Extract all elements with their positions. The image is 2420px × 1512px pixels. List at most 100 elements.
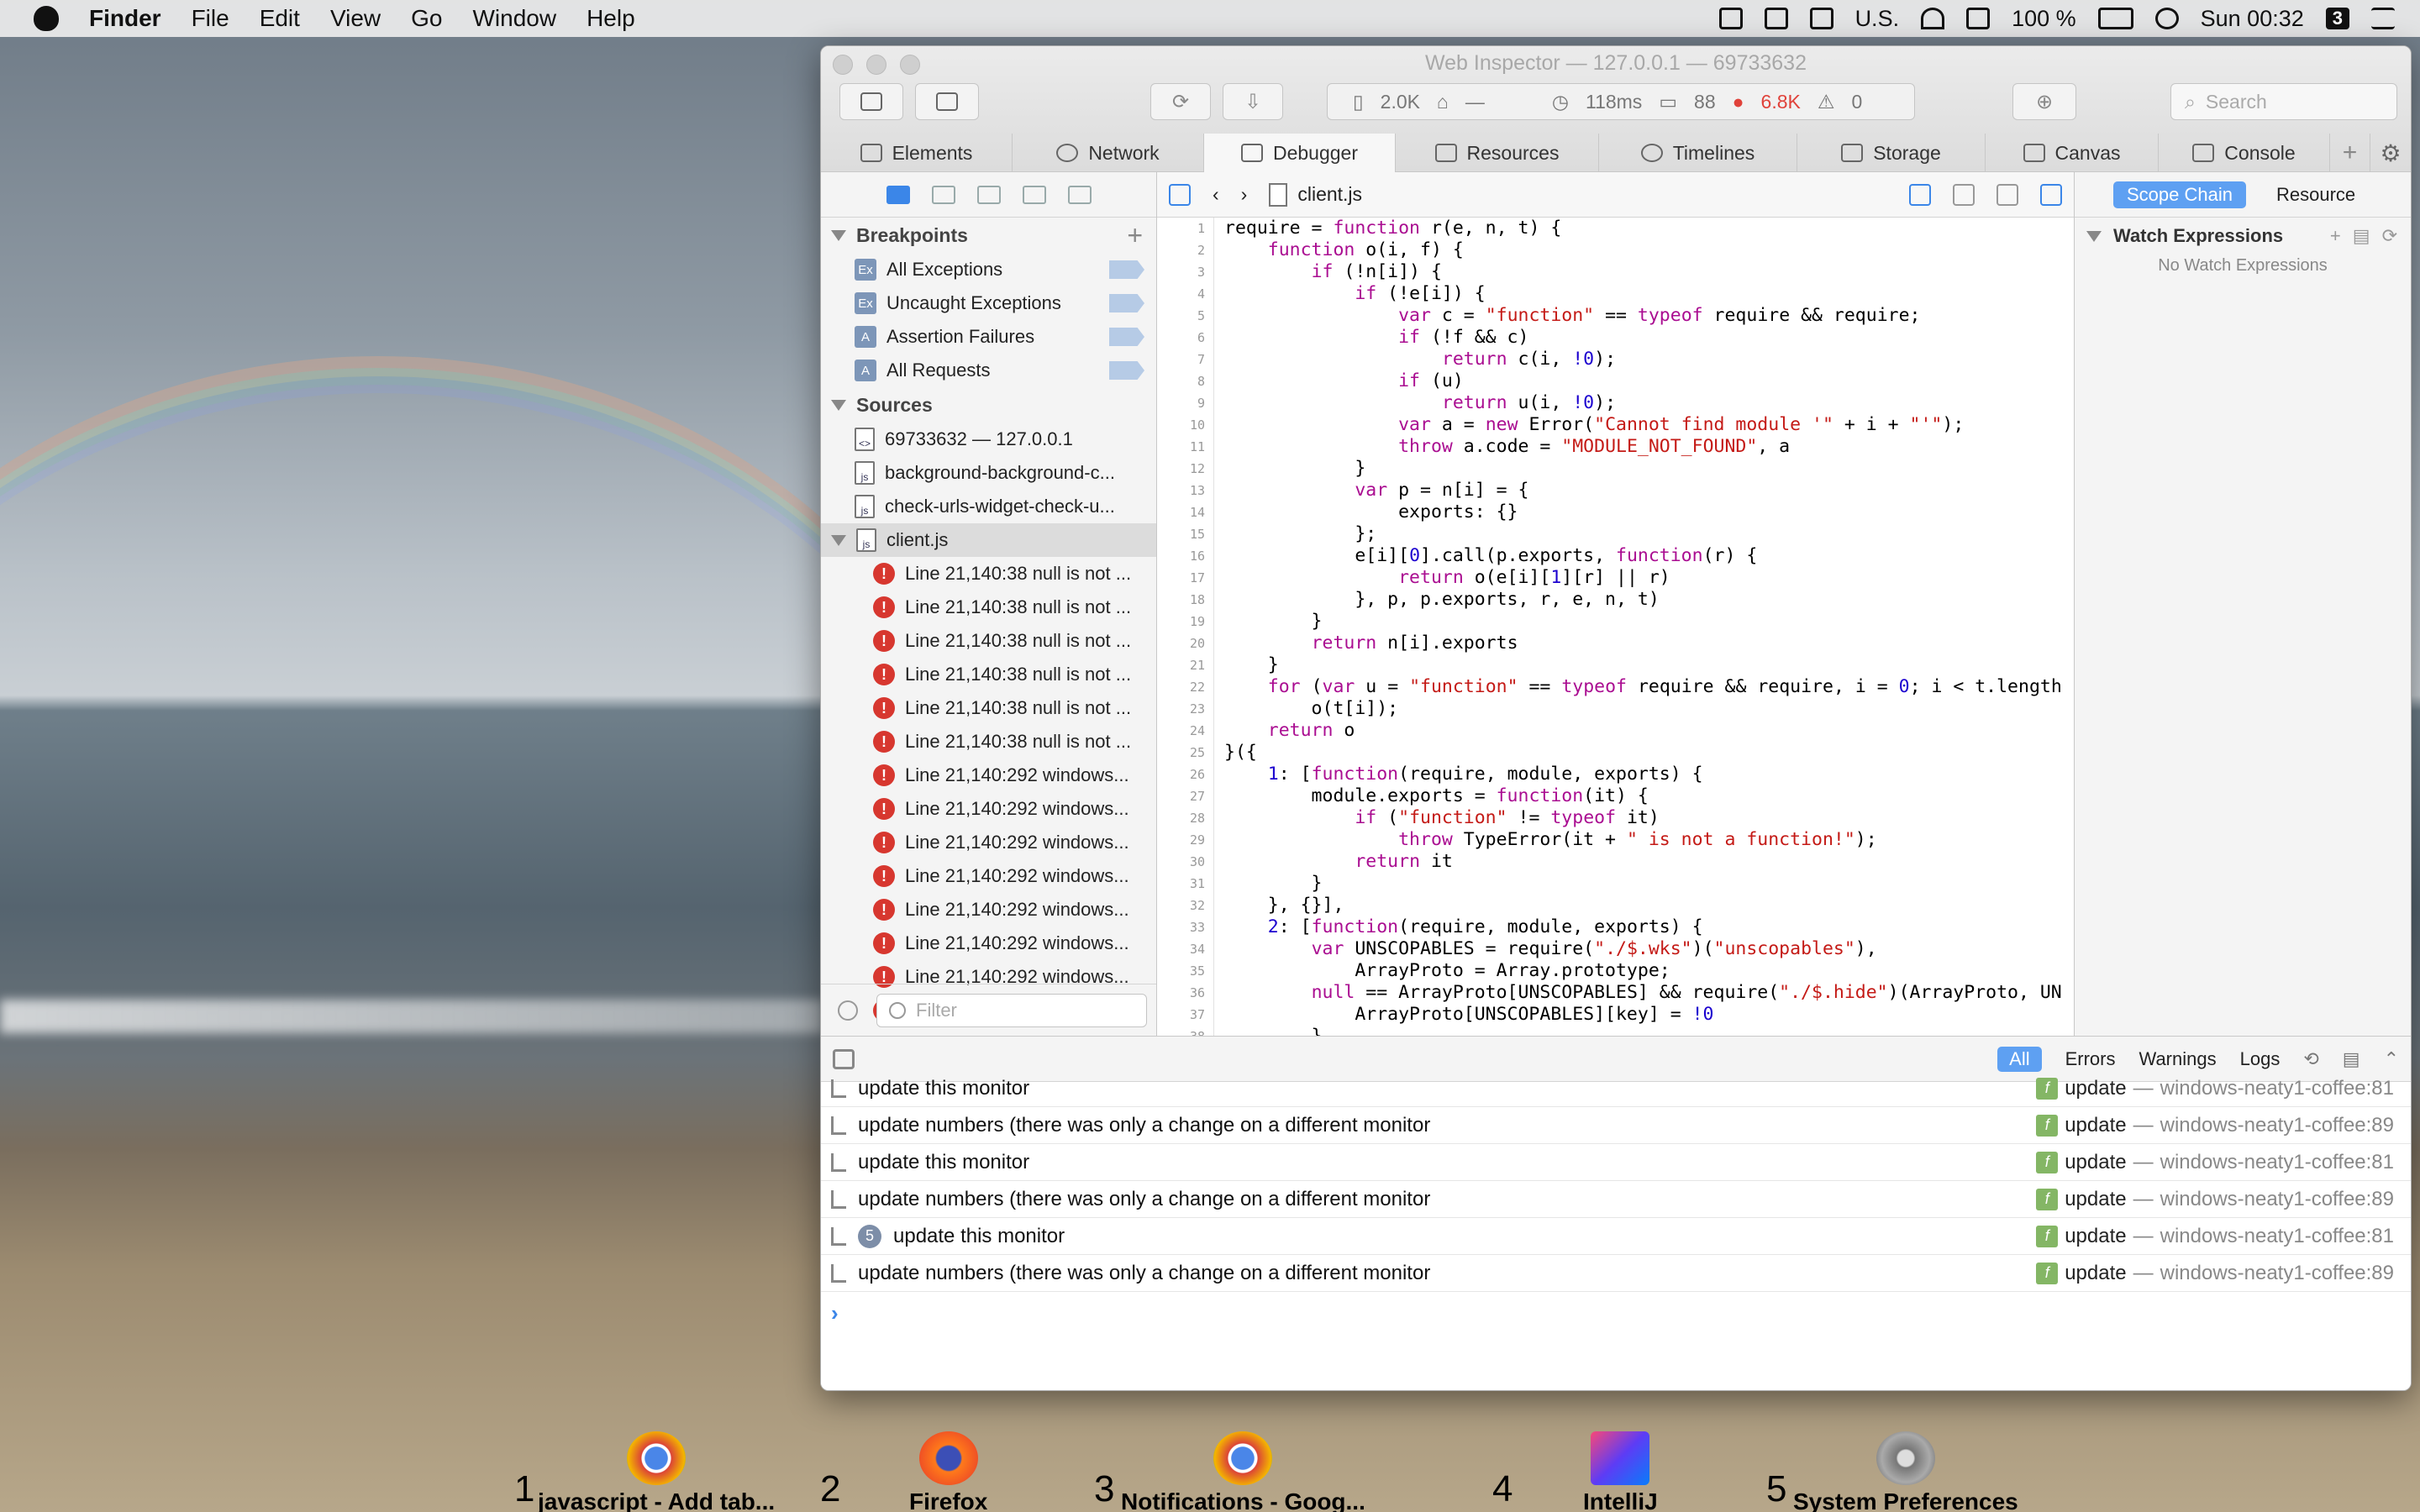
issue-item[interactable]: ! Line 21,140:38 null is not ...	[821, 557, 1156, 591]
wifi-icon[interactable]	[1921, 8, 1945, 29]
preserve-log-icon[interactable]: ⟲	[2303, 1048, 2318, 1070]
clock[interactable]: Sun 00:32	[2201, 6, 2304, 32]
code-line[interactable]: }, p, p.exports, r, e, n, t)	[1224, 589, 2074, 611]
notification-center-icon[interactable]	[2371, 8, 2395, 29]
console-message[interactable]: update this monitor f update — windows-neaty…	[821, 1144, 2411, 1181]
forward-arrow-icon[interactable]: ›	[1241, 183, 1248, 206]
breakpoint-item[interactable]: Ex All Exceptions	[821, 253, 1156, 286]
code-lines[interactable]: require = function r(e, n, t) { function…	[1224, 218, 2074, 1036]
code-line[interactable]: e[i][0].call(p.exports, function(r) {	[1224, 545, 2074, 567]
issue-item[interactable]: ! Line 21,140:38 null is not ...	[821, 591, 1156, 624]
tab-timelines[interactable]: Timelines	[1599, 134, 1797, 172]
source-item-selected[interactable]: js client.js	[821, 523, 1156, 557]
code-line[interactable]: }, {}],	[1224, 895, 2074, 916]
message-source[interactable]: f update — windows-neaty1-coffee:89	[2036, 1114, 2394, 1137]
issues-filter-icon[interactable]	[838, 1000, 858, 1021]
taskbar-item[interactable]: IntelliJ	[1583, 1431, 1658, 1512]
add-breakpoint-button[interactable]: +	[1127, 220, 1143, 251]
editor-filename[interactable]: client.js	[1297, 183, 1362, 206]
issue-item[interactable]: ! Line 21,140:292 windows...	[821, 893, 1156, 927]
code-line[interactable]: }	[1224, 611, 2074, 633]
code-line[interactable]: return n[i].exports	[1224, 633, 2074, 654]
battery-percent[interactable]: 100 %	[2012, 6, 2076, 32]
line-number[interactable]: 23	[1157, 698, 1213, 720]
tab-elements[interactable]: Elements	[821, 134, 1013, 172]
breakpoint-toggle[interactable]	[1109, 361, 1144, 380]
sources-header[interactable]: Sources	[821, 387, 1156, 423]
issue-item[interactable]: ! Line 21,140:292 windows...	[821, 826, 1156, 859]
expand-console-icon[interactable]: ⌃	[2384, 1048, 2399, 1070]
download-button[interactable]: ⇩	[1223, 83, 1283, 120]
window-icon[interactable]	[1764, 8, 1788, 29]
source-location[interactable]: windows-neaty1-coffee:81	[2160, 1077, 2394, 1100]
settings-gear-icon[interactable]: ⚙	[2370, 134, 2411, 172]
line-number[interactable]: 2	[1157, 239, 1213, 261]
code-line[interactable]: return o(e[i][1][r] || r)	[1224, 567, 2074, 589]
line-number[interactable]: 26	[1157, 764, 1213, 785]
code-line[interactable]: if (u)	[1224, 370, 2074, 392]
step-in-icon[interactable]	[1022, 185, 1046, 204]
code-area[interactable]: 1 2 3 4 5 6 7 8 9 10 11 12 13 14 15 16 17 18 19 20 21 22 23 24 2…	[1157, 218, 2074, 1036]
source-location[interactable]: windows-neaty1-coffee:89	[2160, 1188, 2394, 1211]
issue-item[interactable]: ! Line 21,140:292 windows...	[821, 927, 1156, 960]
console-message[interactable]: 5 update this monitor f update — windows-neat…	[821, 1218, 2411, 1255]
step-out-icon[interactable]	[1067, 185, 1092, 204]
line-number[interactable]: 27	[1157, 785, 1213, 807]
line-number[interactable]: 12	[1157, 458, 1213, 480]
code-line[interactable]: if (!e[i]) {	[1224, 283, 2074, 305]
line-number[interactable]: 29	[1157, 829, 1213, 851]
reload-button[interactable]: ⟳	[1150, 83, 1211, 120]
back-arrow-icon[interactable]: ‹	[1213, 183, 1219, 206]
code-line[interactable]: };	[1224, 523, 2074, 545]
code-line[interactable]: throw a.code = "MODULE_NOT_FOUND", a	[1224, 436, 2074, 458]
pause-icon[interactable]	[931, 185, 955, 204]
taskbar-item[interactable]: javascript - Add tab...	[538, 1431, 775, 1512]
dashboard[interactable]: ▯ 2.0K ⌂ — ◷ 118ms ▭ 88 ● 6.8K ⚠ 0	[1327, 83, 1915, 120]
spotlight-search-icon[interactable]	[2154, 8, 2179, 29]
issue-item[interactable]: ! Line 21,140:38 null is not ...	[821, 691, 1156, 725]
line-number[interactable]: 4	[1157, 283, 1213, 305]
disclosure-triangle-icon[interactable]	[831, 229, 846, 241]
menu-view[interactable]: View	[330, 5, 381, 32]
issue-item[interactable]: ! Line 21,140:292 windows...	[821, 792, 1156, 826]
menu-app-name[interactable]: Finder	[89, 5, 161, 32]
line-number[interactable]: 5	[1157, 305, 1213, 327]
resource-tab[interactable]: Resource	[2263, 181, 2369, 208]
issue-item[interactable]: ! Line 21,140:292 windows...	[821, 759, 1156, 792]
line-number[interactable]: 31	[1157, 873, 1213, 895]
console-toggle-icon[interactable]	[833, 1048, 855, 1069]
code-line[interactable]: return o	[1224, 720, 2074, 742]
line-number[interactable]: 14	[1157, 501, 1213, 523]
new-tab-button[interactable]: +	[2330, 134, 2370, 172]
line-number[interactable]: 15	[1157, 523, 1213, 545]
code-line[interactable]: }	[1224, 873, 2074, 895]
line-number[interactable]: 30	[1157, 851, 1213, 873]
details-sidebar-toggle-icon[interactable]	[2040, 183, 2062, 206]
line-number[interactable]: 16	[1157, 545, 1213, 567]
source-item[interactable]: js check-urls-widget-check-u...	[821, 490, 1156, 523]
disclosure-triangle-icon[interactable]	[2086, 230, 2102, 242]
tab-network[interactable]: Network	[1013, 134, 1204, 172]
search-field[interactable]: ⌕ Search	[2170, 83, 2397, 120]
code-line[interactable]: 1: [function(require, module, exports) {	[1224, 764, 2074, 785]
refresh-icon[interactable]: ⟳	[2382, 225, 2397, 247]
menu-edit[interactable]: Edit	[260, 5, 300, 32]
source-location[interactable]: windows-neaty1-coffee:89	[2160, 1114, 2394, 1137]
code-line[interactable]: ArrayProto[UNSCOPABLES][key] = !0	[1224, 1004, 2074, 1026]
code-line[interactable]: if (!f && c)	[1224, 327, 2074, 349]
disclosure-triangle-icon[interactable]	[831, 399, 846, 411]
toggle-breakpoints-icon[interactable]	[886, 185, 910, 204]
line-number[interactable]: 33	[1157, 916, 1213, 938]
line-number[interactable]: 7	[1157, 349, 1213, 370]
line-number[interactable]: 35	[1157, 960, 1213, 982]
code-line[interactable]: var p = n[i] = {	[1224, 480, 2074, 501]
code-line[interactable]: return it	[1224, 851, 2074, 873]
console-message[interactable]: update this monitor f update — windows-neaty…	[821, 1070, 2411, 1107]
menu-help[interactable]: Help	[587, 5, 635, 32]
code-line[interactable]: if ("function" != typeof it)	[1224, 807, 2074, 829]
issue-item[interactable]: ! Line 21,140:38 null is not ...	[821, 725, 1156, 759]
step-over-icon[interactable]	[976, 185, 1001, 204]
line-number[interactable]: 11	[1157, 436, 1213, 458]
line-number[interactable]: 28	[1157, 807, 1213, 829]
line-number[interactable]: 36	[1157, 982, 1213, 1004]
